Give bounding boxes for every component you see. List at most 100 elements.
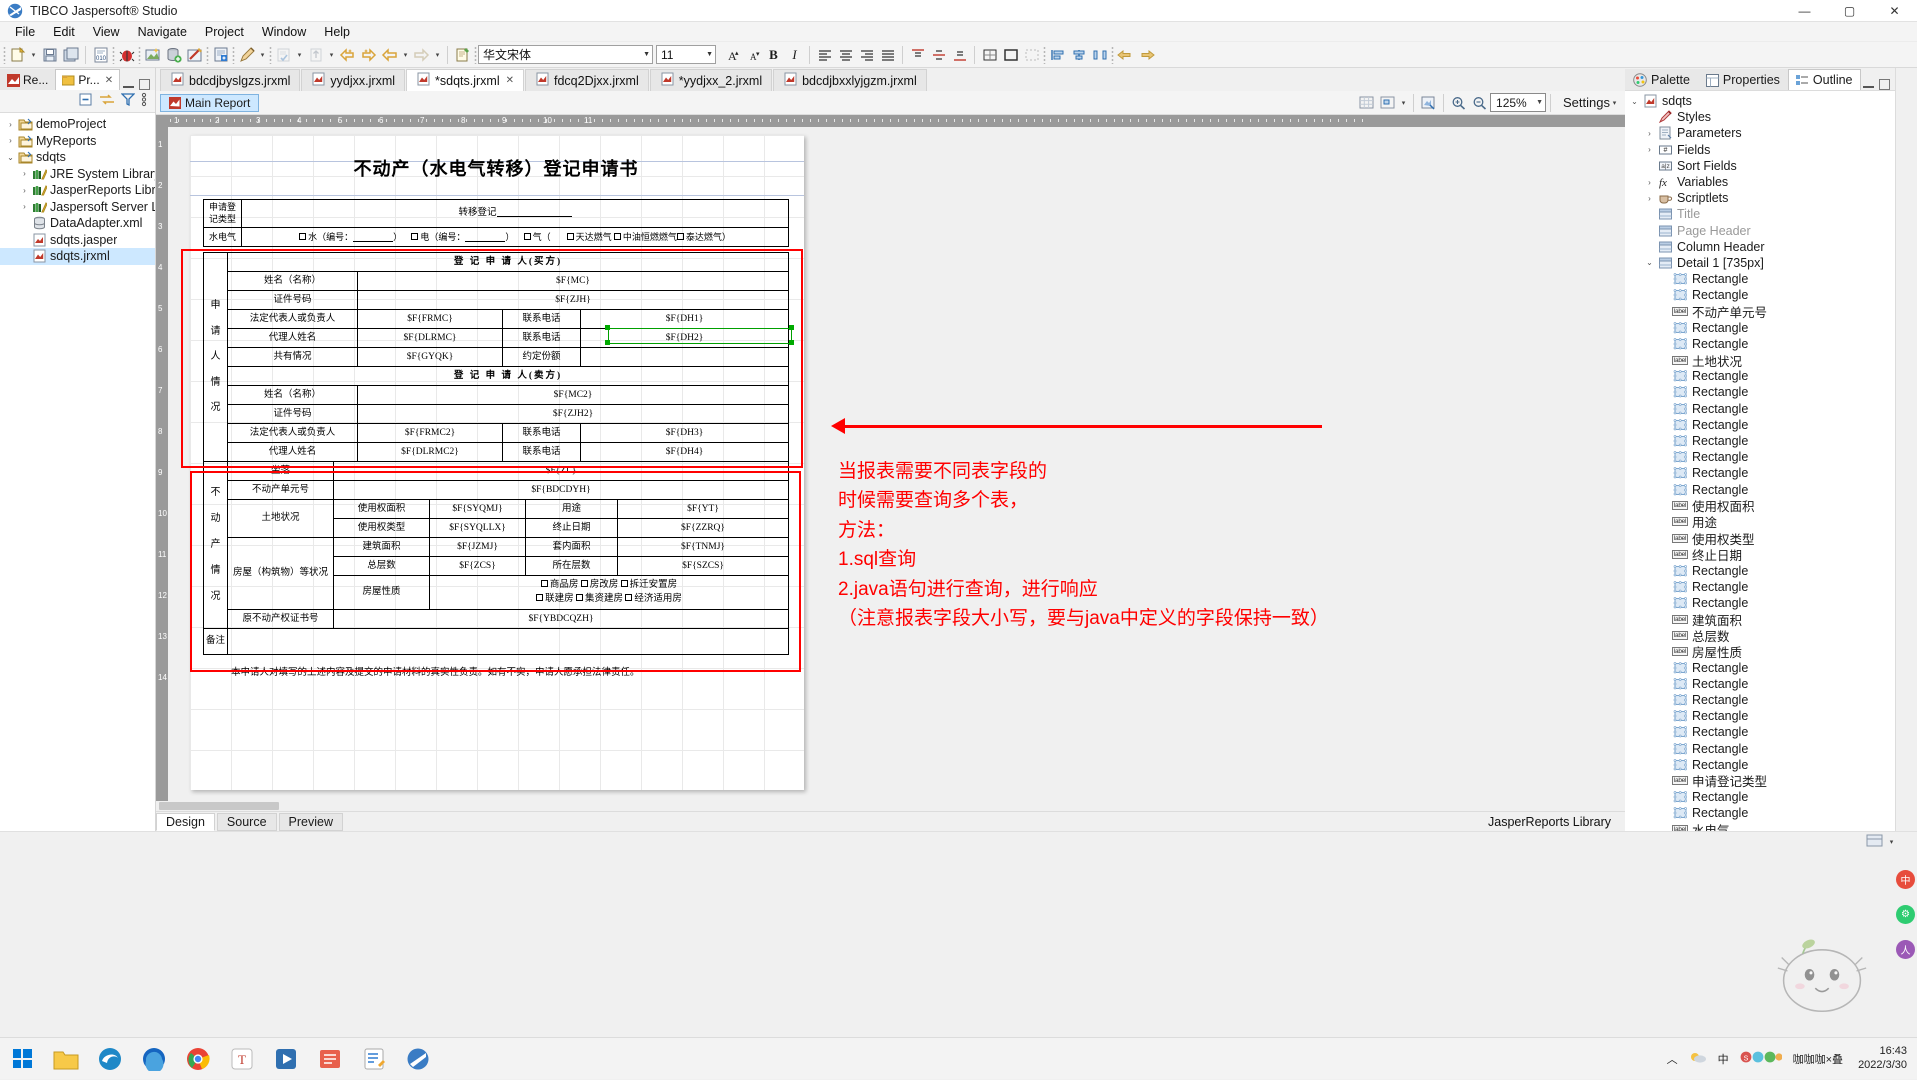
back-icon[interactable] xyxy=(337,44,358,65)
typora-icon[interactable]: T xyxy=(220,1038,264,1080)
cell-value[interactable]: $F{ZCS} xyxy=(429,556,526,576)
zoom-in-icon[interactable] xyxy=(1448,92,1469,113)
row-value[interactable]: $F{ZJH2} xyxy=(357,404,789,424)
cell-value[interactable]: $F{JZMJ} xyxy=(429,537,526,557)
chevron-right-icon[interactable]: › xyxy=(18,169,31,178)
row-value[interactable]: $F{DLRMC2} xyxy=(357,442,503,462)
editor-tab[interactable]: *sdqts.jrxml ✕ xyxy=(406,69,524,91)
preview-report-icon[interactable] xyxy=(142,44,163,65)
font-family-combo[interactable]: 华文宋体 ▼ xyxy=(478,45,653,64)
outline-item[interactable]: label 不动产单元号 xyxy=(1625,303,1895,320)
outline-item[interactable]: Rectangle xyxy=(1625,595,1895,611)
navigate-back-icon[interactable] xyxy=(379,44,400,65)
valign-top-icon[interactable] xyxy=(907,44,928,65)
bring-forward-icon[interactable] xyxy=(1115,44,1136,65)
resize-handle[interactable] xyxy=(789,340,794,345)
outline-item[interactable]: Rectangle xyxy=(1625,805,1895,821)
editor-tab[interactable]: bdcdjbxxlyjgzm.jrxml xyxy=(773,69,927,91)
cell-value[interactable]: $F{SYQLLX} xyxy=(429,518,526,538)
row-value[interactable]: $F{MC2} xyxy=(357,385,789,405)
decrease-font-size-icon[interactable]: A ▾ xyxy=(742,44,763,65)
increase-font-size-icon[interactable]: A ▴ xyxy=(721,44,742,65)
minimize-panel-icon[interactable] xyxy=(123,86,134,88)
outline-item[interactable]: label 使用权面积 xyxy=(1625,498,1895,514)
row-value2[interactable] xyxy=(580,347,789,367)
bold-button[interactable]: B xyxy=(763,44,784,65)
valign-middle-icon[interactable] xyxy=(928,44,949,65)
cell-value[interactable]: $F{SYQMJ} xyxy=(429,499,526,519)
cell-value2[interactable]: $F{SZCS} xyxy=(617,556,789,576)
outline-item[interactable]: Rectangle xyxy=(1625,417,1895,433)
new-dataadapter-icon[interactable] xyxy=(163,44,184,65)
outline-item[interactable]: Rectangle xyxy=(1625,401,1895,417)
outline-item[interactable]: label 土地状况 xyxy=(1625,352,1895,369)
project-tree-item[interactable]: DataAdapter.xml xyxy=(0,215,155,232)
publish-report-icon[interactable] xyxy=(210,44,231,65)
taskbar-clock[interactable]: 16:43 2022/3/30 xyxy=(1854,1045,1907,1073)
outline-item[interactable]: › # Fields xyxy=(1625,142,1895,158)
maximize-panel-icon[interactable] xyxy=(1879,79,1890,90)
project-tree[interactable]: › demoProject › MyReports ⌄ sdqts › JRE System … xyxy=(0,112,155,831)
snap-to-grid-icon[interactable] xyxy=(1377,92,1398,113)
chevron-right-icon[interactable]: › xyxy=(1643,178,1656,187)
new-file-icon[interactable] xyxy=(7,44,28,65)
status-dropdown-icon[interactable]: ▾ xyxy=(1886,831,1897,852)
tab-project-explorer[interactable]: Pr... ✕ xyxy=(55,69,121,90)
row-value[interactable]: $F{FRMC2} xyxy=(357,423,503,443)
resize-handle[interactable] xyxy=(605,325,610,330)
outline-item[interactable]: Column Header xyxy=(1625,239,1895,255)
align-right-icon[interactable] xyxy=(856,44,877,65)
menu-item-file[interactable]: File xyxy=(6,23,44,41)
outline-item[interactable]: Rectangle xyxy=(1625,660,1895,676)
pencil-dropdown-icon[interactable]: ▾ xyxy=(257,44,268,65)
outline-item[interactable]: Rectangle xyxy=(1625,482,1895,498)
office-icon[interactable] xyxy=(308,1038,352,1080)
grid-dropdown-icon[interactable]: ▾ xyxy=(1398,92,1409,113)
row-value[interactable]: $F{ZL} xyxy=(333,461,789,481)
chevron-down-icon[interactable]: ⌄ xyxy=(1628,97,1641,106)
outline-item[interactable]: Rectangle xyxy=(1625,789,1895,805)
menu-item-window[interactable]: Window xyxy=(253,23,315,41)
view-menu-icon[interactable] xyxy=(141,92,147,110)
navigate-back-dropdown-icon[interactable]: ▾ xyxy=(400,44,411,65)
link-with-editor-icon[interactable] xyxy=(99,92,115,110)
outline-item[interactable]: Rectangle xyxy=(1625,368,1895,384)
row-value[interactable]: $F{ZJH} xyxy=(357,290,789,310)
firefox-icon[interactable] xyxy=(132,1038,176,1080)
tray-expand-icon[interactable]: ︿ xyxy=(1667,1051,1678,1067)
editor-tab[interactable]: *yydjxx_2.jrxml xyxy=(649,69,773,91)
outline-item[interactable]: Title xyxy=(1625,206,1895,222)
compile-report-icon[interactable]: 010 xyxy=(90,44,111,65)
align-justify-icon[interactable] xyxy=(877,44,898,65)
outline-item[interactable]: Rectangle xyxy=(1625,562,1895,578)
outline-item[interactable]: Rectangle xyxy=(1625,433,1895,449)
resize-handle[interactable] xyxy=(789,325,794,330)
refresh-preview-icon[interactable] xyxy=(1418,92,1439,113)
pencil-edit-icon[interactable] xyxy=(236,44,257,65)
outline-item[interactable]: Rectangle xyxy=(1625,692,1895,708)
outline-item[interactable]: Rectangle xyxy=(1625,708,1895,724)
outline-item[interactable]: label 房屋性质 xyxy=(1625,643,1895,660)
new-report-icon[interactable] xyxy=(452,44,473,65)
font-size-combo[interactable]: 11 ▼ xyxy=(656,45,716,64)
settings-button[interactable]: Settings xyxy=(1555,95,1614,110)
border-outer-icon[interactable] xyxy=(1000,44,1021,65)
align-center-icon[interactable] xyxy=(835,44,856,65)
maximize-button[interactable]: ▢ xyxy=(1827,0,1872,22)
outline-item[interactable]: Rectangle xyxy=(1625,320,1895,336)
row-value2[interactable]: $F{DH1} xyxy=(580,309,789,329)
navigate-forward-icon[interactable] xyxy=(411,44,432,65)
cell-value2[interactable]: $F{TNMJ} xyxy=(617,537,789,557)
editor-tab[interactable]: bdcdjbyslgzs.jrxml xyxy=(160,69,301,91)
status-icon-box[interactable] xyxy=(1864,833,1886,851)
player-icon[interactable] xyxy=(264,1038,308,1080)
border-all-icon[interactable] xyxy=(979,44,1000,65)
chevron-right-icon[interactable]: › xyxy=(1643,194,1656,203)
project-tree-item[interactable]: › Jaspersoft Server Libra xyxy=(0,199,155,216)
outline-item[interactable]: label 使用权类型 xyxy=(1625,530,1895,547)
menu-item-help[interactable]: Help xyxy=(315,23,359,41)
row-value2[interactable]: $F{DH3} xyxy=(580,423,789,443)
debug-icon[interactable] xyxy=(116,44,137,65)
outline-item[interactable]: Styles xyxy=(1625,109,1895,125)
outline-item[interactable]: Rectangle xyxy=(1625,676,1895,692)
